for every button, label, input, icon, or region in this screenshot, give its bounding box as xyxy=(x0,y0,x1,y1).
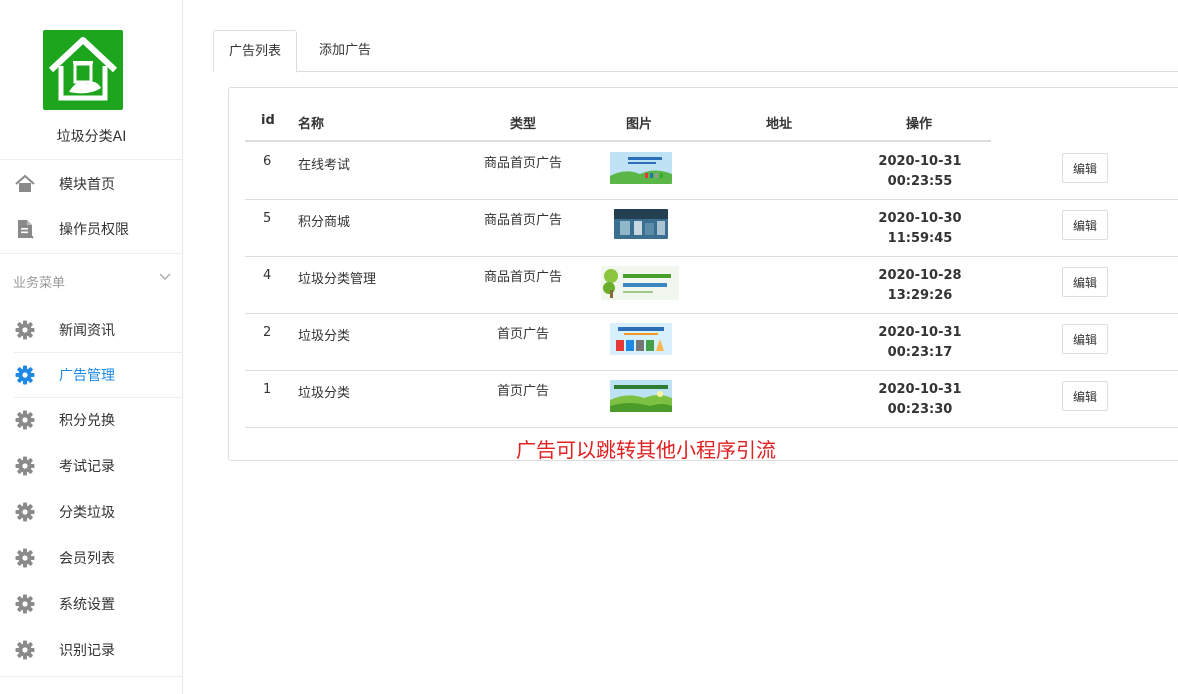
row-time: 13:29:26 xyxy=(887,288,953,303)
sidebar-item-operator-permission[interactable]: 操作员权限 xyxy=(0,207,183,251)
row-date: 2020-10-31 xyxy=(878,382,962,397)
sidebar-item-label: 考试记录 xyxy=(59,459,115,475)
table-row: 6 在线考试 商品首页广告 2020-10-31 00:23:55 编辑 xyxy=(245,143,1178,200)
row-type: 商品首页广告 xyxy=(483,156,562,171)
sidebar-item-label: 操作员权限 xyxy=(59,222,129,238)
gear-icon xyxy=(14,639,36,661)
sidebar-item-label: 会员列表 xyxy=(59,551,115,567)
row-datetime: 2020-10-31 00:23:55 xyxy=(860,152,980,192)
sidebar-item-garbage-categories[interactable]: 分类垃圾 xyxy=(0,490,183,534)
edit-button[interactable]: 编辑 xyxy=(1062,324,1108,354)
edit-button[interactable]: 编辑 xyxy=(1062,267,1108,297)
row-name: 垃圾分类管理 xyxy=(298,272,377,287)
section-title: 业务菜单 xyxy=(13,276,66,291)
sidebar-item-label: 新闻资讯 xyxy=(59,323,115,339)
sidebar-item-recognition-records[interactable]: 识别记录 xyxy=(0,628,183,672)
row-datetime: 2020-10-31 00:23:30 xyxy=(860,380,980,420)
table-row: 2 垃圾分类 首页广告 2020-10-31 00:23:17 编辑 xyxy=(245,314,1178,371)
gear-icon xyxy=(14,547,36,569)
row-name: 垃圾分类 xyxy=(298,386,351,401)
row-time: 00:23:17 xyxy=(887,345,953,360)
edit-button[interactable]: 编辑 xyxy=(1062,210,1108,240)
row-name: 垃圾分类 xyxy=(298,329,351,344)
ad-list-panel: id 名称 类型 图片 地址 操作 6 在线考试 商品首页广告 2020-10-… xyxy=(228,87,1178,462)
column-header-image: 图片 xyxy=(626,117,653,132)
sidebar-item-news[interactable]: 新闻资讯 xyxy=(0,308,183,352)
ad-thumbnail xyxy=(610,152,672,184)
app-name: 垃圾分类AI xyxy=(56,129,127,145)
ad-thumbnail xyxy=(610,323,672,355)
row-type: 首页广告 xyxy=(496,327,549,342)
ad-thumbnail xyxy=(601,266,679,300)
row-id: 4 xyxy=(263,268,272,283)
tab-add-ad[interactable]: 添加广告 xyxy=(304,30,386,72)
table-header: id 名称 类型 图片 地址 操作 xyxy=(245,102,991,142)
column-header-action: 操作 xyxy=(906,117,933,132)
sidebar-item-ad-management[interactable]: 广告管理 xyxy=(0,353,183,397)
column-header-name: 名称 xyxy=(298,117,325,132)
sidebar-item-label: 积分兑换 xyxy=(59,413,115,429)
row-name: 积分商城 xyxy=(298,215,351,230)
row-datetime: 2020-10-30 11:59:45 xyxy=(860,209,980,249)
sidebar-item-points-exchange[interactable]: 积分兑换 xyxy=(0,398,183,442)
row-datetime: 2020-10-31 00:23:17 xyxy=(860,323,980,363)
sidebar-item-label: 模块首页 xyxy=(59,177,115,193)
row-id: 2 xyxy=(263,325,272,340)
gear-icon xyxy=(14,364,36,386)
sidebar-item-exam-records[interactable]: 考试记录 xyxy=(0,444,183,488)
row-datetime: 2020-10-28 13:29:26 xyxy=(860,266,980,306)
divider xyxy=(0,676,183,677)
row-date: 2020-10-28 xyxy=(878,268,962,283)
table-row: 5 积分商城 商品首页广告 2020-10-30 11:59:45 编辑 xyxy=(245,200,1178,257)
row-time: 11:59:45 xyxy=(887,231,953,246)
column-header-type: 类型 xyxy=(510,117,537,132)
row-id: 1 xyxy=(263,382,272,397)
logo-area: 垃圾分类AI xyxy=(0,0,182,160)
row-time: 00:23:55 xyxy=(887,174,953,189)
row-type: 首页广告 xyxy=(496,384,549,399)
row-type: 商品首页广告 xyxy=(483,213,562,228)
gear-icon xyxy=(14,319,36,341)
row-date: 2020-10-31 xyxy=(878,154,962,169)
column-header-url: 地址 xyxy=(766,117,793,132)
sidebar: 垃圾分类AI 模块首页 操作员权限 业务菜单 新闻资讯 广告管理 积分兑换 考试… xyxy=(0,0,183,694)
ad-thumbnail xyxy=(610,380,672,412)
row-time: 00:23:30 xyxy=(887,402,953,417)
divider xyxy=(0,253,183,254)
sidebar-item-module-home[interactable]: 模块首页 xyxy=(0,162,183,206)
row-type: 商品首页广告 xyxy=(483,270,562,285)
promo-note: 广告可以跳转其他小程序引流 xyxy=(516,438,776,462)
sidebar-item-label: 识别记录 xyxy=(59,643,115,659)
tab-ad-list[interactable]: 广告列表 xyxy=(213,30,298,73)
gear-icon xyxy=(14,455,36,477)
gear-icon xyxy=(14,501,36,523)
table-row: 4 垃圾分类管理 商品首页广告 2020-10-28 13:29:26 编辑 xyxy=(245,257,1178,314)
gear-icon xyxy=(14,409,36,431)
app-logo xyxy=(43,30,123,110)
chevron-down-icon[interactable] xyxy=(158,270,172,284)
row-date: 2020-10-30 xyxy=(878,211,962,226)
sidebar-item-member-list[interactable]: 会员列表 xyxy=(0,536,183,580)
home-icon xyxy=(14,173,36,195)
table-row: 1 垃圾分类 首页广告 2020-10-31 00:23:30 编辑 xyxy=(245,371,1178,428)
row-name: 在线考试 xyxy=(298,158,351,173)
sidebar-item-system-settings[interactable]: 系统设置 xyxy=(0,582,183,626)
tab-bar: 广告列表 添加广告 xyxy=(213,30,1178,73)
row-id: 6 xyxy=(263,154,272,169)
document-icon xyxy=(14,218,36,240)
sidebar-item-label: 分类垃圾 xyxy=(59,505,115,521)
gear-icon xyxy=(14,593,36,615)
row-id: 5 xyxy=(263,211,272,226)
sidebar-item-label: 广告管理 xyxy=(59,368,115,384)
edit-button[interactable]: 编辑 xyxy=(1062,153,1108,183)
ad-thumbnail xyxy=(614,209,668,239)
sidebar-item-label: 系统设置 xyxy=(59,597,115,613)
row-date: 2020-10-31 xyxy=(878,325,962,340)
column-header-id: id xyxy=(261,113,275,128)
edit-button[interactable]: 编辑 xyxy=(1062,381,1108,411)
